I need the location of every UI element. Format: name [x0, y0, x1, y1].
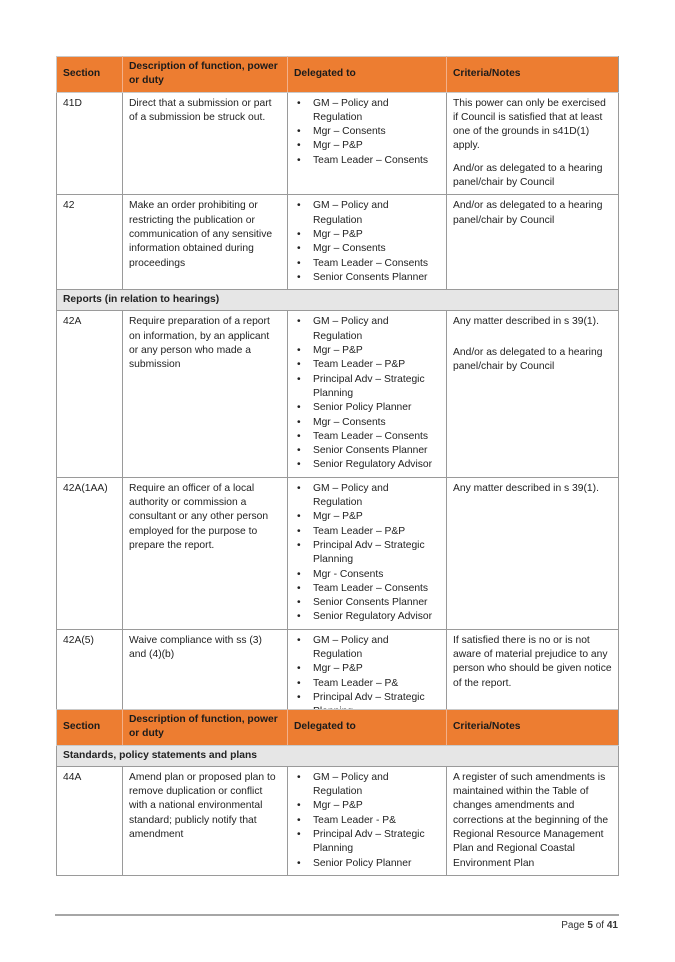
table-row: 42 Make an order prohibiting or restricti… [56, 194, 619, 291]
delegate-list-item: Team Leader – Consents [297, 430, 440, 445]
note-paragraph: This power can only be exercised if Coun… [453, 97, 606, 152]
column-header-description: Description of function, power or duty [122, 56, 288, 93]
cell-description: Require preparation of a report on infor… [122, 310, 288, 478]
cell-section: 42 [56, 194, 123, 291]
delegate-list-item: Principal Adv – Strategic Planning [297, 373, 440, 402]
footer-divider [55, 914, 619, 916]
delegate-list-item: Mgr – P&P [297, 228, 440, 243]
table-body: Standards, policy statements and plans 44… [56, 744, 619, 876]
delegate-list-item: Senior Regulatory Advisor [297, 458, 440, 473]
note-paragraph: If satisfied there is no or is not aware… [453, 634, 612, 689]
delegate-list-item: Principal Adv – Strategic Planning [297, 539, 440, 568]
delegate-list-item: Senior Consents Planner [297, 271, 440, 286]
cell-delegated-to: GM – Policy and RegulationMgr – P&PMgr –… [287, 194, 447, 291]
section-group-row: Reports (in relation to hearings) [56, 289, 619, 312]
column-header-delegated-to: Delegated to [287, 56, 447, 93]
table-row: 41D Direct that a submission or part of a… [56, 91, 619, 196]
delegate-list-item: GM – Policy and Regulation [297, 315, 440, 344]
cell-delegated-to: GM – Policy and RegulationMgr – P&PTeam … [287, 765, 447, 876]
section-group-label: Standards, policy statements and plans [56, 744, 619, 767]
delegate-list: GM – Policy and RegulationMgr – P&PTeam … [294, 482, 440, 625]
table-header: Section Description of function, power o… [56, 709, 619, 746]
delegate-list-item: Team Leader – P&P [297, 358, 440, 373]
delegate-list-item: Mgr – P&P [297, 662, 440, 677]
delegate-list-item: Principal Adv – Strategic Planning [297, 828, 440, 857]
delegate-list-item: Senior Policy Planner [297, 857, 440, 872]
delegate-list-item: Mgr – P&P [297, 799, 440, 814]
cell-description: Make an order prohibiting or restricting… [122, 194, 288, 291]
cell-section: 41D [56, 91, 123, 196]
cell-criteria-notes: A register of such amendments is maintai… [446, 765, 619, 876]
cell-section: 44A [56, 765, 123, 876]
cell-delegated-to: GM – Policy and RegulationMgr – P&PTeam … [287, 476, 447, 630]
delegate-list-item: Mgr - Consents [297, 568, 440, 583]
column-header-section: Section [56, 709, 123, 746]
page-number: Page 5 of 41 [561, 920, 618, 931]
delegate-list-item: Team Leader – Consents [297, 582, 440, 597]
delegate-list-item: Mgr – Consents [297, 125, 440, 140]
delegate-list-item: Team Leader – P& [297, 677, 440, 692]
delegate-list-item: Mgr – P&P [297, 344, 440, 359]
cell-description: Require an officer of a local authority … [122, 476, 288, 630]
delegate-list-item: GM – Policy and Regulation [297, 771, 440, 800]
cell-section: 42A(1AA) [56, 476, 123, 630]
delegate-list-item: Mgr – P&P [297, 139, 440, 154]
delegate-list: GM – Policy and RegulationMgr – P&PMgr –… [294, 199, 440, 285]
cell-criteria-notes: And/or as delegated to a hearing panel/c… [446, 194, 619, 291]
delegate-list-item: Team Leader - P& [297, 814, 440, 829]
delegate-list-item: Team Leader – Consents [297, 154, 440, 169]
note-paragraph: Any matter described in s 39(1). [453, 482, 599, 494]
page-prefix: Page [561, 920, 585, 931]
cell-description: Amend plan or proposed plan to remove du… [122, 765, 288, 876]
cell-delegated-to: GM – Policy and RegulationMgr – P&PTeam … [287, 310, 447, 478]
delegate-list: GM – Policy and RegulationMgr – Consents… [294, 97, 440, 169]
cell-criteria-notes: This power can only be exercised if Coun… [446, 91, 619, 196]
delegate-list-item: GM – Policy and Regulation [297, 199, 440, 228]
page-of: of [595, 920, 605, 931]
table-body: 41D Direct that a submission or part of a… [56, 91, 619, 754]
cell-criteria-notes: Any matter described in s 39(1). [446, 476, 619, 630]
document-page: Section Description of function, power o… [0, 0, 675, 962]
delegate-list-item: Team Leader – P&P [297, 525, 440, 540]
column-header-delegated-to: Delegated to [287, 709, 447, 746]
page-total: 41 [606, 920, 618, 931]
column-header-section: Section [56, 56, 123, 93]
cell-section: 42A [56, 310, 123, 478]
delegate-list-item: GM – Policy and Regulation [297, 634, 440, 663]
page-current: 5 [587, 920, 593, 931]
cell-criteria-notes: Any matter described in s 39(1). And/or a… [446, 310, 619, 478]
delegations-table-2: Section Description of function, power o… [56, 709, 619, 876]
delegate-list-item: Senior Consents Planner [297, 596, 440, 611]
delegate-list-item: GM – Policy and Regulation [297, 482, 440, 511]
column-header-description: Description of function, power or duty [122, 709, 288, 746]
delegate-list-item: Senior Regulatory Advisor [297, 610, 440, 625]
note-paragraph: And/or as delegated to a hearing panel/c… [453, 346, 603, 373]
delegate-list-item: Mgr – P&P [297, 510, 440, 525]
delegate-list-item: Mgr – Consents [297, 416, 440, 431]
table-row: 42A(1AA) Require an officer of a local au… [56, 476, 619, 630]
note-paragraph: Any matter described in s 39(1). [453, 316, 599, 328]
delegations-table-1: Section Description of function, power o… [56, 56, 619, 754]
delegate-list-item: GM – Policy and Regulation [297, 97, 440, 126]
column-header-criteria-notes: Criteria/Notes [446, 56, 619, 93]
note-paragraph: A register of such amendments is maintai… [453, 771, 609, 869]
delegate-list-item: Mgr – Consents [297, 242, 440, 257]
note-paragraph: And/or as delegated to a hearing panel/c… [453, 162, 603, 189]
cell-delegated-to: GM – Policy and RegulationMgr – Consents… [287, 91, 447, 196]
table-row: 42A Require preparation of a report on in… [56, 310, 619, 478]
note-paragraph: And/or as delegated to a hearing panel/c… [453, 200, 603, 226]
delegate-list-item: Team Leader – Consents [297, 257, 440, 272]
table-header: Section Description of function, power o… [56, 56, 619, 93]
column-header-criteria-notes: Criteria/Notes [446, 709, 619, 746]
delegate-list: GM – Policy and RegulationMgr – P&PTeam … [294, 315, 440, 473]
delegate-list-item: Senior Policy Planner [297, 401, 440, 416]
cell-description: Direct that a submission or part of a su… [122, 91, 288, 196]
section-group-row: Standards, policy statements and plans [56, 744, 619, 767]
table-row: 44A Amend plan or proposed plan to remove… [56, 765, 619, 876]
delegate-list: GM – Policy and RegulationMgr – P&PTeam … [294, 771, 440, 871]
delegate-list-item: Senior Consents Planner [297, 444, 440, 459]
section-group-label: Reports (in relation to hearings) [56, 289, 619, 312]
